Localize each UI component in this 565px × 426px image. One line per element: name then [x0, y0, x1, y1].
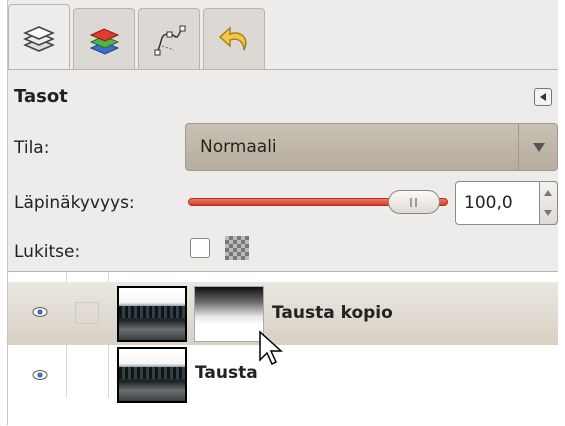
- layer-name[interactable]: Tausta kopio: [272, 303, 393, 323]
- layers-icon: [23, 25, 55, 52]
- opacity-spinbutton[interactable]: 100,0: [455, 181, 540, 225]
- mouse-pointer-icon: [259, 330, 283, 366]
- panel-title: Tasot: [14, 86, 68, 107]
- opacity-label: Läpinäkyvyys:: [14, 193, 135, 213]
- layer-thumbnail: [117, 286, 187, 342]
- layer-name[interactable]: Tausta: [195, 363, 258, 383]
- layers-dock-panel: Tasot Tila: Normaali Läpinäkyvyys: 100,0…: [0, 0, 565, 426]
- tab-undo-history[interactable]: [203, 8, 265, 70]
- tab-paths[interactable]: [138, 8, 200, 70]
- opacity-slider-handle[interactable]: [388, 190, 440, 214]
- lock-label: Lukitse:: [14, 242, 81, 262]
- tabbar-baseline: [8, 69, 558, 70]
- mode-value: Normaali: [200, 137, 277, 157]
- layer-mask-thumbnail[interactable]: [194, 286, 264, 342]
- mode-label: Tila:: [14, 138, 50, 158]
- undo-icon: [218, 25, 247, 50]
- chevron-down-icon[interactable]: [518, 124, 557, 170]
- alpha-lock-icon: [225, 236, 249, 260]
- tab-layers[interactable]: [8, 4, 70, 70]
- spin-down-icon[interactable]: [544, 210, 552, 216]
- lock-alpha-checkbox[interactable]: [190, 238, 210, 258]
- eye-icon[interactable]: [32, 306, 48, 318]
- mode-combobox[interactable]: Normaali: [185, 123, 558, 171]
- opacity-spin-buttons[interactable]: [540, 181, 558, 225]
- right-margin: [558, 0, 565, 425]
- tab-channels[interactable]: [73, 8, 135, 70]
- tab-menu-button[interactable]: [534, 88, 552, 106]
- paths-icon: [154, 25, 186, 55]
- channels-icon: [89, 27, 120, 55]
- link-toggle[interactable]: [75, 302, 99, 324]
- dock-tabbar: [8, 0, 558, 70]
- eye-icon[interactable]: [32, 369, 48, 381]
- opacity-value: 100,0: [464, 193, 513, 213]
- spin-up-icon[interactable]: [544, 190, 552, 196]
- layer-thumbnail: [117, 347, 187, 403]
